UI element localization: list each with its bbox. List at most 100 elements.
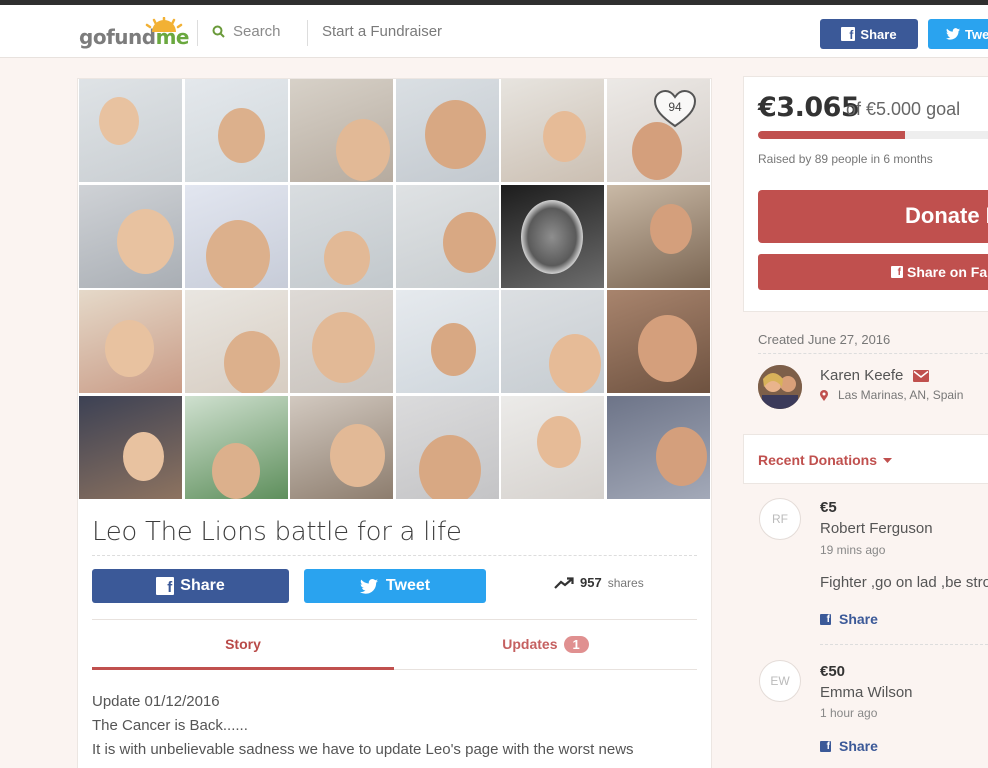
collage-photo (395, 184, 499, 288)
collage-photo (290, 290, 394, 394)
campaign-title: Leo The Lions battle for a life (92, 517, 462, 547)
organizer-location-row: Las Marinas, AN, Spain (820, 388, 963, 402)
amount-raised: €3.065 (758, 92, 860, 123)
photo-subject (430, 323, 476, 377)
start-fundraiser-link[interactable]: Start a Fundraiser (322, 23, 442, 40)
tab-updates-label: Updates (502, 636, 558, 652)
collage-photo (501, 395, 605, 499)
collage-photo (607, 290, 710, 394)
photo-subject (656, 426, 707, 486)
search-label: Search (233, 23, 281, 40)
photo-subject (324, 230, 371, 285)
twitter-bird-icon (946, 28, 960, 40)
collage-photo (395, 79, 499, 182)
collage-photo (184, 79, 288, 182)
twitter-bird-icon (359, 578, 378, 594)
recent-donations-dropdown[interactable]: Recent Donations (758, 452, 893, 468)
recent-donations-label: Recent Donations (758, 452, 878, 468)
trending-up-icon (554, 576, 574, 589)
collage-photo (607, 184, 710, 288)
collage-photo (501, 79, 605, 182)
photo-subject (223, 331, 280, 394)
donation-time: 19 mins ago (820, 543, 886, 557)
organizer-photo (758, 365, 802, 409)
tweet-button[interactable]: Tweet (304, 569, 486, 603)
photo-subject (312, 312, 376, 384)
collage-photo (395, 395, 499, 499)
tab-story[interactable]: Story (92, 622, 394, 670)
facebook-share-button[interactable]: f Share (92, 569, 289, 603)
tab-updates[interactable]: Updates 1 (394, 622, 697, 670)
story-text: Update 01/12/2016 The Cancer is Back....… (92, 690, 697, 762)
photo-subject (424, 100, 486, 169)
divider (92, 619, 697, 620)
tab-story-label: Story (225, 636, 261, 652)
hearts-counter[interactable]: 94 (652, 89, 698, 129)
donation-share-button[interactable]: f Share (820, 611, 878, 627)
photo-subject (99, 97, 139, 145)
donor-avatar: EW (759, 660, 801, 702)
photo-subject (543, 111, 587, 162)
search-icon (212, 25, 225, 38)
donation-amount: €50 (820, 663, 846, 680)
raised-by-text: Raised by 89 people in 6 months (758, 152, 933, 166)
share-on-facebook-label: Share on Fa (907, 264, 988, 280)
donor-avatar: RF (759, 498, 801, 540)
donation-share-label: Share (839, 611, 878, 627)
collage-photo (79, 395, 182, 499)
collage-photo (501, 290, 605, 394)
donation-share-button[interactable]: f Share (820, 738, 878, 754)
envelope-icon[interactable] (913, 369, 930, 382)
photo-subject (123, 431, 164, 481)
created-date: Created June 27, 2016 (758, 332, 891, 347)
shares-counter: 957 shares (554, 575, 644, 590)
photo-subject (638, 315, 697, 383)
photo-subject (632, 122, 682, 180)
collage-photo (79, 290, 182, 394)
caret-down-icon (883, 457, 893, 463)
organizer-avatar[interactable] (758, 365, 802, 409)
header-facebook-share-button[interactable]: f Share (820, 19, 918, 49)
facebook-icon: f (841, 27, 856, 41)
collage-photo (79, 184, 182, 288)
donate-now-button[interactable]: Donate N (758, 190, 988, 243)
organizer-name[interactable]: Karen Keefe (820, 367, 903, 384)
logo-sun-icon (145, 17, 183, 32)
top-navigation-bar: gofundme Search Start a Fundraiser f Sha… (0, 5, 988, 58)
divider (758, 353, 988, 354)
story-line: Update 01/12/2016 (92, 693, 220, 710)
collage-photo (290, 395, 394, 499)
photo-subject (336, 119, 391, 181)
campaign-photo-collage[interactable] (79, 79, 710, 499)
donation-message: Fighter ,go on lad ,be stro (820, 574, 988, 591)
collage-photo (290, 79, 394, 182)
collage-photo (184, 290, 288, 394)
donation-item: RF €5 Robert Ferguson 19 mins ago Fighte… (743, 496, 988, 646)
photo-subject (211, 442, 260, 499)
nav-divider (307, 20, 308, 46)
share-on-facebook-button[interactable]: f Share on Fa (758, 254, 988, 290)
progress-bar (758, 131, 988, 139)
collage-photo (607, 395, 710, 499)
photo-subject (650, 203, 692, 254)
tweet-button-label: Tweet (385, 577, 431, 594)
map-pin-icon (820, 389, 828, 401)
photo-subject (105, 320, 154, 378)
header-tweet-button[interactable]: Twe (928, 19, 988, 49)
header-share-label: Share (860, 26, 897, 42)
search-link[interactable]: Search (212, 23, 281, 40)
gofundme-logo[interactable]: gofundme (79, 17, 189, 49)
nav-divider (197, 20, 198, 46)
donation-amount: €5 (820, 499, 837, 516)
divider (820, 644, 988, 645)
collage-photo (184, 184, 288, 288)
goal-amount: of €5.000 goal (846, 99, 961, 119)
photo-subject (217, 108, 265, 163)
photo-subject (442, 211, 496, 273)
facebook-icon: f (156, 577, 175, 595)
collage-photo (184, 395, 288, 499)
facebook-icon: f (820, 613, 831, 625)
organizer-location: Las Marinas, AN, Spain (838, 388, 964, 402)
collage-photo (395, 290, 499, 394)
progress-bar-fill (758, 131, 906, 139)
